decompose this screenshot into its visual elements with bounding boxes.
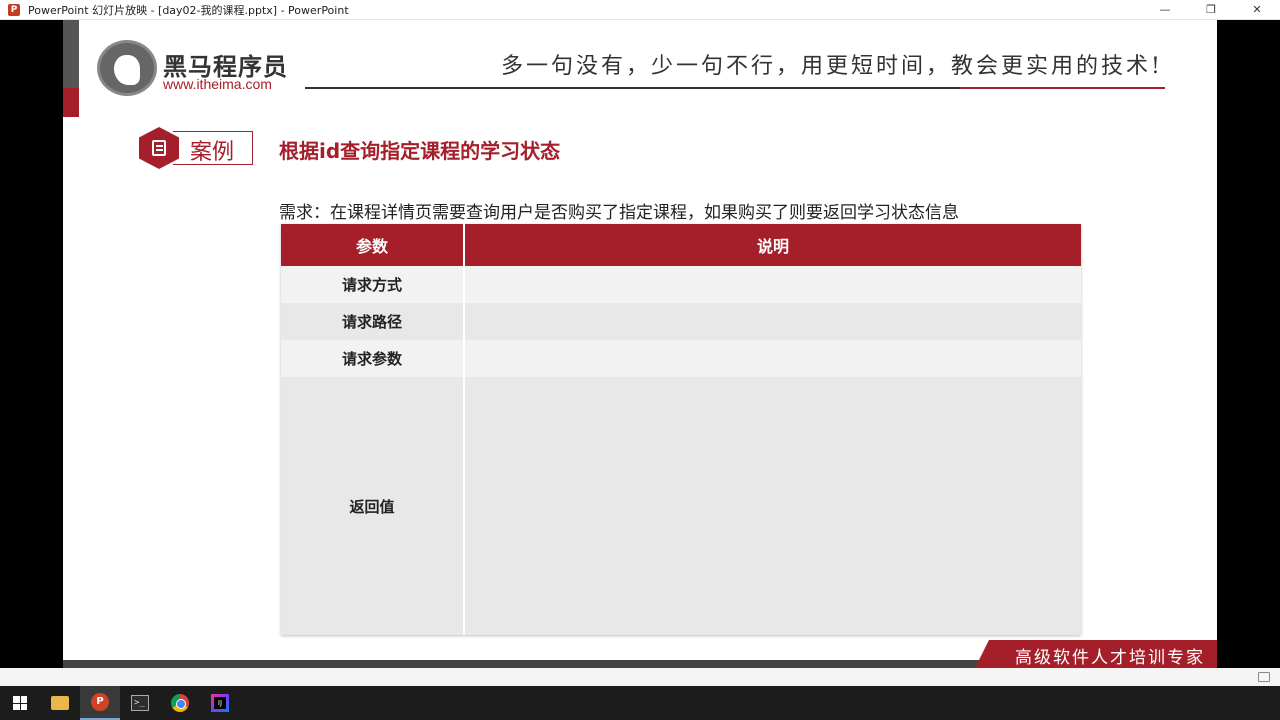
slide-canvas[interactable]: 黑马程序员 www.itheima.com 多一句没有，少一句不行，用更短时间，…	[63, 20, 1217, 668]
start-button[interactable]	[0, 686, 40, 720]
terminal-icon: >_	[131, 695, 149, 711]
taskbar: P >_	[0, 686, 1280, 720]
window-title-bar: P PowerPoint 幻灯片放映 - [day02-我的课程.pptx] -…	[0, 0, 1280, 20]
taskbar-powerpoint[interactable]: P	[80, 686, 120, 720]
requirement-text: 需求：在课程详情页需要查询用户是否购买了指定课程，如果购买了则要返回学习状态信息	[279, 203, 959, 223]
table-header-param: 参数	[281, 224, 465, 266]
taskbar-chrome[interactable]	[160, 686, 200, 720]
slogan: 多一句没有，少一句不行，用更短时间，教会更实用的技术!	[501, 54, 1163, 79]
table-cell-desc	[465, 340, 1081, 377]
window-controls: — ❐ ✕	[1142, 0, 1280, 20]
powerpoint-app-icon: P	[8, 3, 20, 16]
close-button[interactable]: ✕	[1234, 0, 1280, 20]
window-title: PowerPoint 幻灯片放映 - [day02-我的课程.pptx] - P…	[28, 3, 349, 17]
slogan-underline-accent	[960, 87, 1165, 89]
taskbar-intellij[interactable]	[200, 686, 240, 720]
restore-button[interactable]: ❐	[1188, 0, 1234, 20]
document-icon	[152, 140, 166, 156]
table-row: 请求参数	[281, 340, 1081, 377]
table-cell-param: 请求路径	[281, 303, 465, 340]
chrome-icon	[171, 694, 189, 712]
slideshow-control-icon[interactable]	[1258, 672, 1270, 682]
table-row: 返回值	[281, 377, 1081, 635]
table-header-desc: 说明	[465, 224, 1081, 266]
itheima-logo-icon	[97, 40, 157, 96]
table-cell-param: 请求参数	[281, 340, 465, 377]
intellij-idea-icon	[211, 694, 229, 712]
table-cell-desc	[465, 303, 1081, 340]
status-icons	[1258, 668, 1270, 686]
footer-ribbon-text: 高级软件人才培训专家	[1015, 648, 1205, 668]
powerpoint-icon: P	[91, 693, 109, 711]
decor-bar-red	[63, 88, 79, 117]
table-cell-desc	[465, 377, 1081, 635]
taskbar-terminal[interactable]: >_	[120, 686, 160, 720]
table-cell-param: 返回值	[281, 377, 465, 635]
table-cell-desc	[465, 266, 1081, 303]
table-cell-param: 请求方式	[281, 266, 465, 303]
case-title: 根据id查询指定课程的学习状态	[279, 139, 561, 163]
horse-icon	[114, 55, 140, 85]
taskbar-file-explorer[interactable]	[40, 686, 80, 720]
table-row: 请求路径	[281, 303, 1081, 340]
table-header-row: 参数 说明	[281, 224, 1081, 266]
file-explorer-icon	[51, 696, 69, 710]
table-row: 请求方式	[281, 266, 1081, 303]
slideshow-status-strip	[0, 668, 1280, 686]
case-label: 案例	[190, 140, 235, 165]
logo-url: www.itheima.com	[163, 76, 272, 92]
api-spec-table: 参数 说明 请求方式 请求路径 请求参数 返回值	[281, 224, 1081, 635]
minimize-button[interactable]: —	[1142, 0, 1188, 20]
decor-bar-dark	[63, 20, 79, 88]
windows-start-icon	[13, 696, 27, 710]
